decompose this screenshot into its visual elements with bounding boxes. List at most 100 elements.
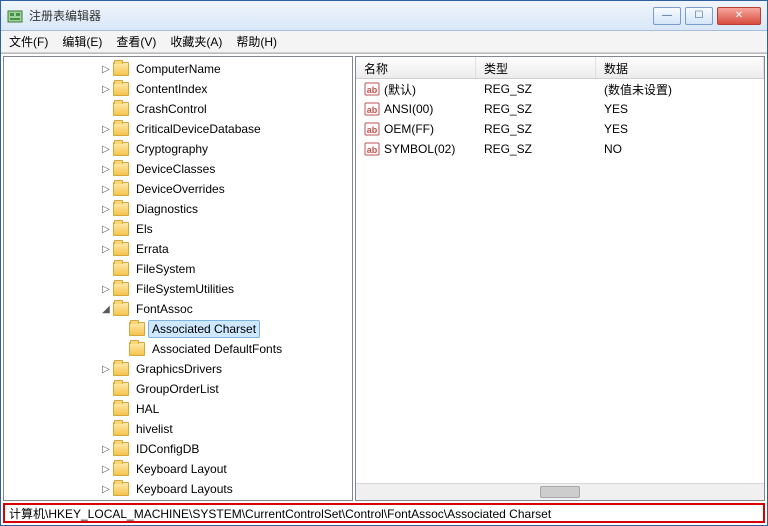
value-data: NO — [596, 142, 764, 156]
menubar: 文件(F) 编辑(E) 查看(V) 收藏夹(A) 帮助(H) — [1, 31, 767, 53]
folder-icon — [113, 262, 129, 276]
tree-item[interactable]: HAL — [4, 399, 352, 419]
expand-icon[interactable]: ▷ — [100, 224, 112, 235]
tree-item-label: Keyboard Layouts — [132, 480, 237, 498]
tree-item-label: HAL — [132, 400, 163, 418]
expand-icon[interactable]: ▷ — [100, 484, 112, 495]
value-name-cell: abOEM(FF) — [356, 121, 476, 137]
menu-favorites[interactable]: 收藏夹(A) — [170, 33, 222, 50]
tree-item[interactable]: ▷ ContentIndex — [4, 79, 352, 99]
folder-icon — [113, 382, 129, 396]
value-data: YES — [596, 102, 764, 116]
registry-tree: ▷ComputerName▷ContentIndexCrashControl▷C… — [4, 57, 352, 501]
expand-icon[interactable]: ▷ — [100, 464, 112, 475]
value-row[interactable]: abOEM(FF)REG_SZYES — [356, 119, 764, 139]
expand-icon[interactable]: ▷ — [100, 184, 112, 195]
expand-icon[interactable]: ▷ — [100, 124, 112, 135]
tree-item-label: Els — [132, 220, 157, 238]
tree-item[interactable]: ▷FileSystemUtilities — [4, 279, 352, 299]
folder-icon — [129, 342, 145, 356]
value-type: REG_SZ — [476, 82, 596, 96]
tree-item-label: Associated Charset — [148, 320, 260, 338]
svg-text:ab: ab — [367, 85, 378, 95]
tree-item[interactable]: ▷ DeviceClasses — [4, 159, 352, 179]
expand-icon[interactable]: ▷ — [100, 84, 112, 95]
value-type: REG_SZ — [476, 122, 596, 136]
folder-icon — [113, 82, 129, 96]
menu-help[interactable]: 帮助(H) — [236, 33, 277, 50]
tree-item[interactable]: ▷Cryptography — [4, 139, 352, 159]
header-name[interactable]: 名称 — [356, 57, 476, 78]
tree-item-label: GroupOrderList — [132, 380, 223, 398]
tree-item-label: ContentIndex — [132, 80, 211, 98]
expand-icon[interactable]: ▷ — [100, 244, 112, 255]
menu-edit[interactable]: 编辑(E) — [62, 33, 102, 50]
tree-item[interactable]: ▷ComputerName — [4, 59, 352, 79]
string-value-icon: ab — [364, 121, 380, 137]
minimize-button[interactable]: — — [653, 7, 681, 25]
list-body[interactable]: ab(默认)REG_SZ(数值未设置)abANSI(00)REG_SZYESab… — [356, 79, 764, 483]
svg-text:ab: ab — [367, 125, 378, 135]
folder-icon — [113, 102, 129, 116]
tree-item[interactable]: ▷ GraphicsDrivers — [4, 359, 352, 379]
tree-pane[interactable]: ▷ComputerName▷ContentIndexCrashControl▷C… — [3, 56, 353, 501]
tree-item[interactable]: GroupOrderList — [4, 379, 352, 399]
collapse-icon[interactable]: ◢ — [100, 304, 112, 315]
scroll-thumb[interactable] — [540, 486, 580, 498]
folder-icon — [113, 182, 129, 196]
tree-item-label: Diagnostics — [132, 200, 202, 218]
content-area: ▷ComputerName▷ContentIndexCrashControl▷C… — [1, 53, 767, 503]
tree-item[interactable]: hivelist — [4, 419, 352, 439]
tree-item-label: CriticalDeviceDatabase — [132, 120, 265, 138]
folder-icon — [113, 302, 129, 316]
folder-icon — [113, 422, 129, 436]
status-path: 计算机\HKEY_LOCAL_MACHINE\SYSTEM\CurrentCon… — [9, 505, 551, 522]
value-name: (默认) — [384, 81, 416, 98]
expand-icon[interactable]: ▷ — [100, 444, 112, 455]
tree-item[interactable]: ▷ Diagnostics — [4, 199, 352, 219]
expand-icon[interactable]: ▷ — [100, 164, 112, 175]
tree-item[interactable]: ▷Keyboard Layout — [4, 459, 352, 479]
tree-item[interactable]: ▷ Errata — [4, 239, 352, 259]
folder-icon — [113, 442, 129, 456]
value-row[interactable]: abANSI(00)REG_SZYES — [356, 99, 764, 119]
string-value-icon: ab — [364, 101, 380, 117]
tree-item[interactable]: Associated Charset — [4, 319, 352, 339]
expand-icon[interactable]: ▷ — [100, 364, 112, 375]
header-data[interactable]: 数据 — [596, 57, 764, 78]
folder-icon — [113, 282, 129, 296]
titlebar[interactable]: 注册表编辑器 — ☐ ✕ — [1, 1, 767, 31]
value-row[interactable]: abSYMBOL(02)REG_SZNO — [356, 139, 764, 159]
tree-item-label: DeviceClasses — [132, 160, 219, 178]
tree-item[interactable]: FileSystem — [4, 259, 352, 279]
menu-file[interactable]: 文件(F) — [9, 33, 48, 50]
expand-icon[interactable]: ▷ — [100, 144, 112, 155]
header-type[interactable]: 类型 — [476, 57, 596, 78]
tree-item-label: GraphicsDrivers — [132, 360, 226, 378]
expand-icon[interactable]: ▷ — [100, 64, 112, 75]
folder-icon — [129, 322, 145, 336]
tree-item[interactable]: ◢FontAssoc — [4, 299, 352, 319]
tree-item[interactable]: ▷ DeviceOverrides — [4, 179, 352, 199]
tree-item[interactable]: ▷ CriticalDeviceDatabase — [4, 119, 352, 139]
tree-item[interactable]: CrashControl — [4, 99, 352, 119]
horizontal-scrollbar[interactable] — [356, 483, 764, 500]
folder-icon — [113, 222, 129, 236]
tree-item-label: Associated DefaultFonts — [148, 340, 286, 358]
tree-item[interactable]: ▷ Els — [4, 219, 352, 239]
tree-item-label: Errata — [132, 240, 173, 258]
maximize-button[interactable]: ☐ — [685, 7, 713, 25]
value-row[interactable]: ab(默认)REG_SZ(数值未设置) — [356, 79, 764, 99]
expand-icon[interactable]: ▷ — [100, 204, 112, 215]
value-name: SYMBOL(02) — [384, 142, 455, 156]
tree-item-label: DeviceOverrides — [132, 180, 229, 198]
tree-item[interactable]: ▷IDConfigDB — [4, 439, 352, 459]
tree-item[interactable]: ▷ Keyboard Layouts — [4, 479, 352, 499]
folder-icon — [113, 362, 129, 376]
tree-item[interactable]: Associated DefaultFonts — [4, 339, 352, 359]
menu-view[interactable]: 查看(V) — [116, 33, 156, 50]
tree-item-label: hivelist — [132, 420, 177, 438]
expand-icon[interactable]: ▷ — [100, 284, 112, 295]
list-header: 名称 类型 数据 — [356, 57, 764, 79]
close-button[interactable]: ✕ — [717, 7, 761, 25]
